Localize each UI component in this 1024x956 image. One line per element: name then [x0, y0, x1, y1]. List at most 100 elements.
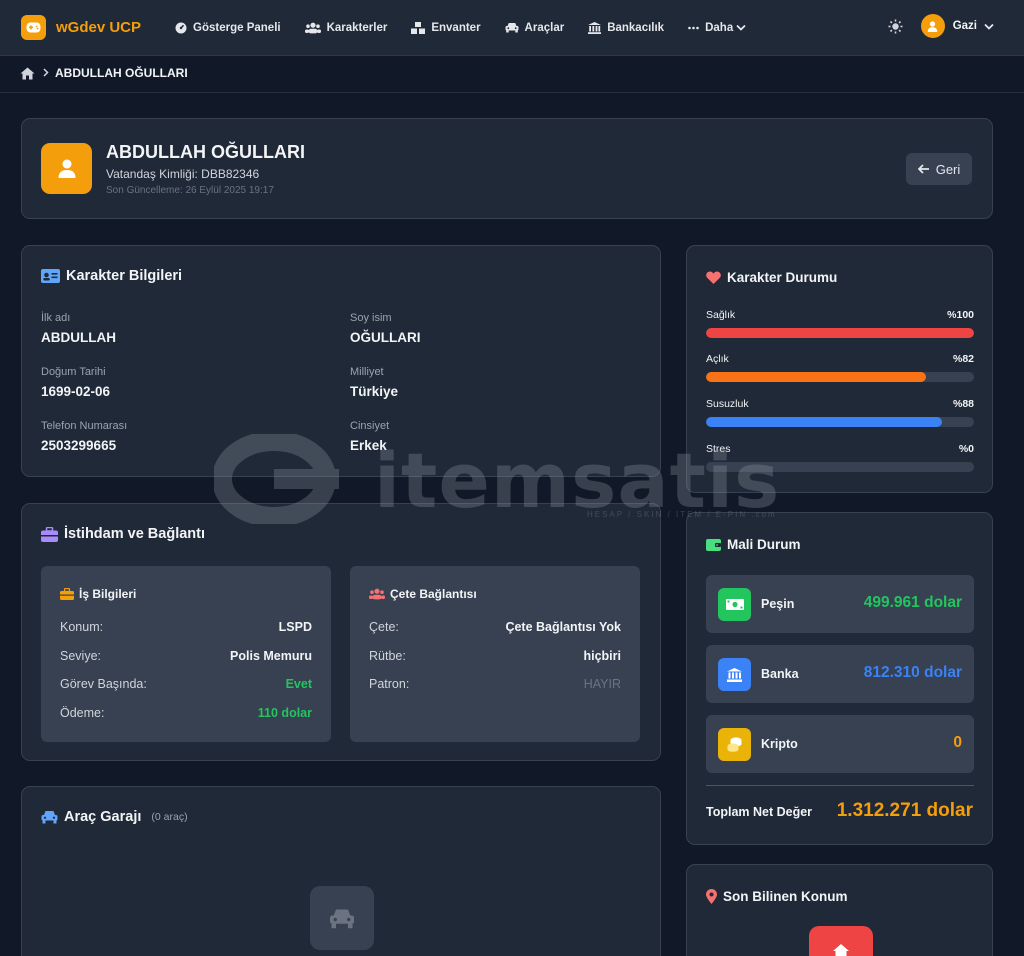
nav-item-label: Bankacılık	[607, 21, 665, 34]
card-title-text: Karakter Durumu	[727, 270, 838, 285]
field-value: Türkiye	[350, 384, 399, 399]
field-label: Cinsiyet	[350, 420, 390, 432]
employment-card: İstihdam ve Bağlantı İş Bilgileri Konum:…	[21, 503, 661, 761]
last-location-card: Son Bilinen Konum	[686, 864, 993, 956]
nav-item-characters[interactable]: Karakterler	[304, 21, 388, 34]
nav-item-label: Karakterler	[326, 21, 388, 34]
map-pin-icon	[706, 889, 717, 904]
bank-icon	[588, 21, 602, 34]
car-icon	[41, 811, 58, 824]
stat-percent: %82	[952, 353, 974, 365]
heart-icon	[706, 271, 721, 284]
back-button-label: Geri	[935, 161, 961, 177]
job-row-payment: Ödeme: 110 dolar	[60, 706, 312, 720]
field-value: ABDULLAH	[41, 330, 116, 345]
card-title: Karakter Durumu	[706, 270, 837, 285]
breadcrumb-current: ABDULLAH OĞULLARI	[55, 66, 188, 80]
briefcase-icon	[41, 526, 58, 542]
vehicle-count: (0 araç)	[151, 811, 188, 823]
nav-item-label: Araçlar	[524, 21, 565, 34]
stat-hunger: Açlık %82	[706, 353, 974, 382]
stat-label: Susuzluk	[706, 398, 749, 410]
finance-row-crypto: Kripto 0	[706, 715, 974, 773]
field-first-name: İlk adı ABDULLAH	[41, 312, 116, 345]
vehicle-garage-card: Araç Garajı (0 araç)	[21, 786, 661, 956]
row-key: Patron:	[369, 677, 410, 691]
nav-item-label: Daha	[705, 21, 734, 34]
job-row-position: Konum: LSPD	[60, 620, 312, 634]
panel-title-text: İş Bilgileri	[79, 587, 137, 601]
field-value: 2503299665	[41, 438, 117, 453]
stat-percent: %88	[952, 398, 974, 410]
field-value: OĞULLARI	[350, 330, 421, 345]
brand-name: wGdev UCP	[56, 19, 142, 36]
gang-panel: Çete Bağlantısı Çete: Çete Bağlantısı Yok…	[350, 566, 640, 742]
panel-title: Çete Bağlantısı	[369, 587, 477, 601]
car-icon	[330, 909, 354, 928]
users-icon	[369, 588, 385, 600]
finance-row-bank: Banka 812.310 dolar	[706, 645, 974, 703]
nav-item-dashboard[interactable]: Gösterge Paneli	[175, 22, 281, 34]
chevron-down-icon[interactable]	[984, 23, 994, 30]
briefcase-icon	[60, 588, 74, 600]
coins-icon	[718, 728, 751, 761]
nav-item-banking[interactable]: Bankacılık	[588, 21, 665, 34]
gang-row-boss: Patron: HAYIR	[369, 677, 621, 691]
nav-item-vehicles[interactable]: Araçlar	[505, 21, 565, 34]
stat-fill	[706, 417, 942, 427]
field-nationality: Milliyet Türkiye	[350, 366, 398, 399]
profile-name: ABDULLAH OĞULLARI	[106, 142, 305, 162]
panel-title-text: Çete Bağlantısı	[390, 587, 477, 601]
character-status-card: Karakter Durumu Sağlık %100 Açlık %82 Susu…	[686, 245, 993, 493]
last-update: Son Güncelleme: 26 Eylül 2025 19:17	[106, 185, 274, 196]
gang-row-rank: Rütbe: hiçbiri	[369, 649, 621, 663]
row-value: LSPD	[278, 620, 312, 634]
wallet-icon	[706, 539, 721, 551]
finance-card: Mali Durum Peşin 499.961 dolar Banka 812…	[686, 512, 993, 845]
job-info-panel: İş Bilgileri Konum: LSPD Seviye: Polis Mem…	[41, 566, 331, 742]
finance-value: 499.961 dolar	[863, 594, 962, 611]
field-value: 1699-02-06	[41, 384, 111, 399]
card-title-text: Mali Durum	[727, 537, 801, 552]
id-card-icon	[41, 269, 60, 283]
card-title: Mali Durum	[706, 537, 801, 552]
back-button[interactable]: Geri	[906, 153, 972, 185]
finance-label: Banka	[761, 667, 799, 681]
row-key: Konum:	[60, 620, 104, 634]
row-key: Seviye:	[60, 649, 101, 663]
nav-item-label: Gösterge Paneli	[193, 21, 281, 34]
user-menu-name[interactable]: Gazi	[953, 20, 977, 32]
field-label: Milliyet	[350, 366, 384, 378]
nav-item-more[interactable]: Daha	[688, 22, 746, 34]
nav-item-inventory[interactable]: Envanter	[411, 21, 481, 34]
card-title-text: Karakter Bilgileri	[66, 268, 183, 284]
net-worth-label: Toplam Net Değer	[706, 805, 813, 819]
stat-track	[706, 462, 974, 472]
location-home-icon	[809, 926, 873, 956]
field-label: Doğum Tarihi	[41, 366, 106, 378]
empty-garage-placeholder	[310, 886, 374, 950]
home-icon[interactable]	[20, 67, 35, 80]
row-value: 110 dolar	[257, 706, 312, 720]
finance-value: 0	[953, 734, 962, 751]
stat-stress: Stres %0	[706, 443, 974, 472]
cash-icon	[718, 588, 751, 621]
card-title-text: Araç Garajı	[64, 809, 142, 825]
row-key: Çete:	[369, 620, 399, 634]
stat-label: Açlık	[706, 353, 729, 365]
stat-health: Sağlık %100	[706, 309, 974, 338]
card-title-text: Son Bilinen Konum	[723, 889, 848, 904]
job-row-on-duty: Görev Başında: Evet	[60, 677, 312, 691]
gang-row-gang: Çete: Çete Bağlantısı Yok	[369, 620, 621, 634]
field-birth-date: Doğum Tarihi 1699-02-06	[41, 366, 110, 399]
brand[interactable]: wGdev UCP	[21, 15, 141, 40]
user-icon	[58, 159, 75, 178]
panel-title: İş Bilgileri	[60, 587, 136, 601]
theme-toggle-sun-icon[interactable]	[888, 19, 903, 34]
finance-label: Peşin	[761, 597, 795, 611]
stat-fill	[706, 372, 926, 382]
avatar[interactable]	[920, 14, 945, 38]
stat-fill	[706, 328, 974, 338]
net-worth-value: 1.312.271 dolar	[836, 800, 973, 821]
chevron-right-icon	[43, 66, 49, 80]
